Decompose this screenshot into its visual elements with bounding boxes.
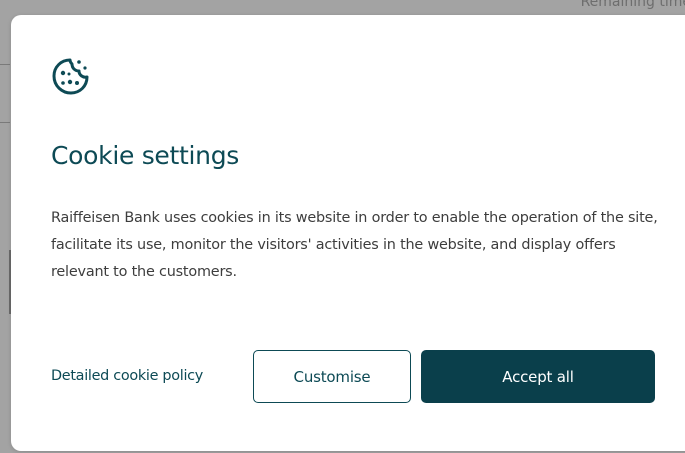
- customise-button[interactable]: Customise: [253, 350, 411, 403]
- background-divider: [0, 122, 10, 123]
- dialog-title: Cookie settings: [51, 141, 239, 170]
- cookie-settings-dialog: Cookie settings Raiffeisen Bank uses coo…: [11, 15, 685, 451]
- accept-all-button[interactable]: Accept all: [421, 350, 655, 403]
- background-divider: [0, 64, 10, 65]
- dialog-description: Raiffeisen Bank uses cookies in its webs…: [51, 210, 658, 280]
- detailed-cookie-policy-link[interactable]: Detailed cookie policy: [51, 368, 203, 384]
- background-remaining-time-text: Remaining time: [580, 0, 685, 10]
- cookie-icon: [52, 58, 89, 95]
